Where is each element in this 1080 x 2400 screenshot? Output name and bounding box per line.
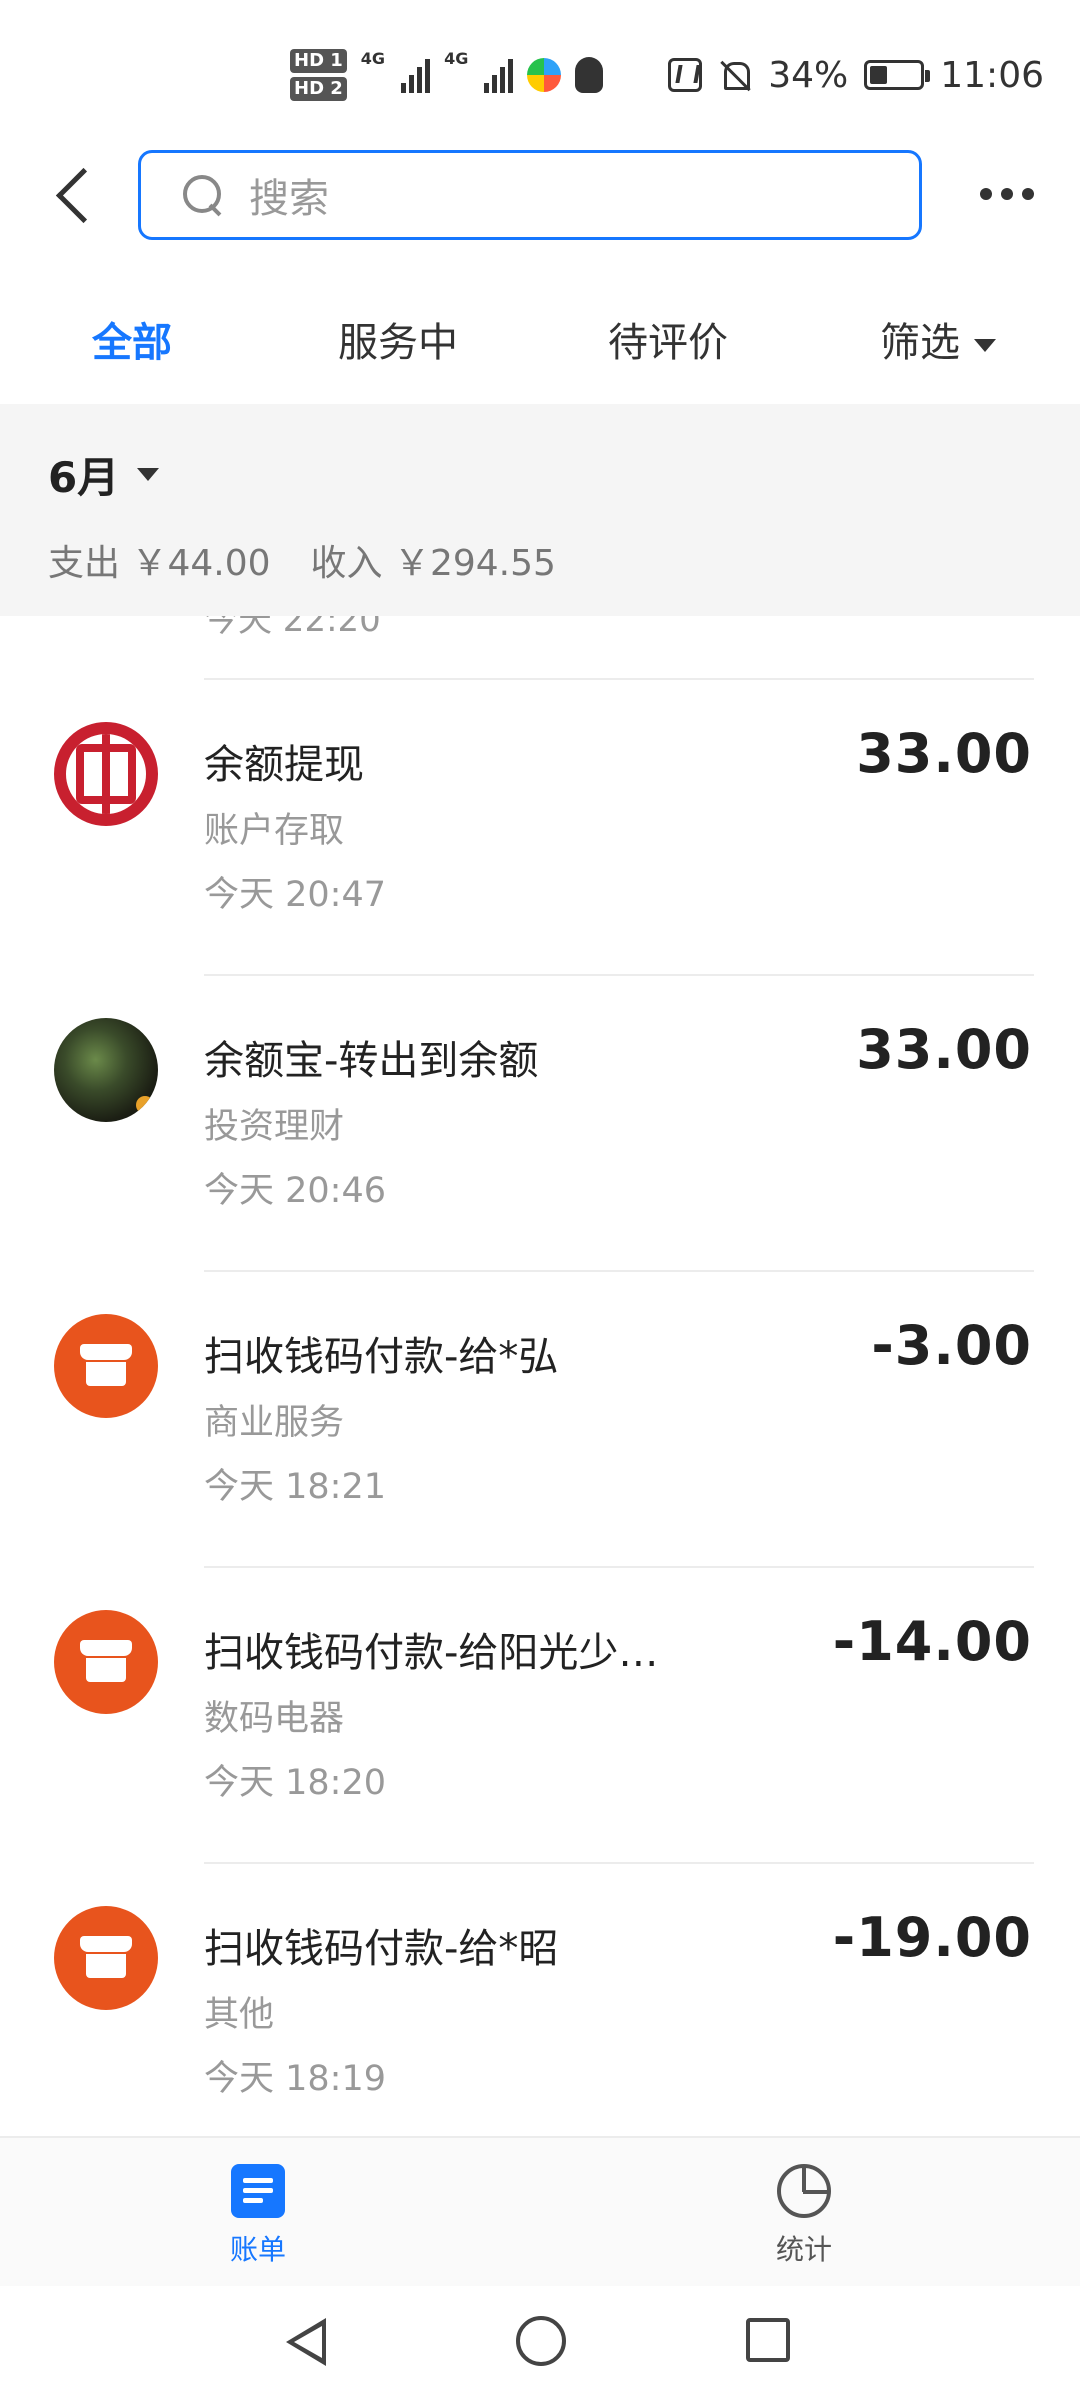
network-label-1: 4G [360,49,386,68]
caret-down-icon [137,468,160,481]
more-options-icon[interactable] [980,188,1034,200]
tab-filter-label: 筛选 [880,320,960,366]
signal-icon [484,57,514,93]
nav-recents-icon[interactable] [746,2318,790,2362]
transaction-amount: -14.00 [832,1610,1032,1673]
transaction-title: 扫收钱码付款-给*弘 [204,1334,559,1380]
tab-bill[interactable]: 账单 [230,2164,286,2268]
transaction-time: 今天 18:20 [204,1763,386,1803]
system-nav-bar [0,2286,1080,2400]
transaction-amount: -3.00 [871,1314,1032,1377]
qq-icon [575,57,604,93]
search-input[interactable]: 搜索 [138,150,922,240]
transaction-title: 余额宝-转出到余额 [204,1038,539,1084]
transaction-category: 账户存取 [204,811,345,851]
month-totals: 支出 ￥44.00 收入 ￥294.55 [48,534,556,586]
network-label-2: 4G [444,49,469,68]
transaction-title: 余额提现 [204,742,364,788]
month-label: 6月 [48,453,120,502]
transaction-time: 今天 18:21 [204,1467,386,1507]
app-notification-icon [527,58,562,92]
battery-icon [864,60,931,90]
store-icon [54,1906,158,2010]
tab-filter[interactable]: 筛选 [880,310,996,368]
clock: 11:06 [940,54,1044,96]
search-icon [181,173,225,217]
tab-statistics-label: 统计 [776,2233,833,2266]
hd-icon: HD 1 HD 2 [290,49,347,101]
bank-icon [54,722,158,826]
transaction-amount: -19.00 [832,1906,1032,1969]
transaction-time: 今天 20:46 [204,1171,386,1211]
filter-tabs: 全部 服务中 待评价 筛选 [0,290,1080,390]
back-arrow-icon[interactable] [52,172,98,218]
income-total: 收入 ￥294.55 [310,543,556,584]
transaction-list[interactable]: 今天 22:20 余额提现 账户存取 今天 20:47 33.00 余额宝-转出… [0,616,1080,2136]
bottom-tab-bar: 账单 统计 [0,2136,1080,2286]
tab-in-service[interactable]: 服务中 [338,310,458,368]
nfc-icon [668,58,703,92]
battery-percent: 34% [768,54,849,96]
transaction-category: 数码电器 [204,1699,345,1739]
bill-icon [231,2164,285,2218]
status-bar: HD 1 HD 2 4G 4G 34% 11:06 [0,0,1080,150]
caret-down-icon [974,338,996,352]
transaction-title: 扫收钱码付款-给*昭 [204,1926,559,1972]
tab-all[interactable]: 全部 [92,310,172,368]
tab-statistics[interactable]: 统计 [776,2164,832,2268]
transaction-time: 今天 20:47 [204,875,386,915]
signal-icon [401,57,431,93]
mute-icon [718,58,752,92]
tab-bill-label: 账单 [230,2233,287,2266]
transaction-category: 商业服务 [204,1403,345,1443]
transaction-category: 其他 [204,1995,275,2035]
expense-total: 支出 ￥44.00 [48,543,271,584]
transaction-row[interactable]: 扫收钱码付款-给*昭 其他 今天 18:19 -19.00 [0,1864,1080,2136]
store-icon [54,1314,158,1418]
partial-row-time: 今天 22:20 [204,616,381,640]
transaction-row[interactable]: 余额宝-转出到余额 投资理财 今天 20:46 33.00 [0,976,1080,1272]
top-nav: 搜索 [0,150,1080,240]
tab-pending-review[interactable]: 待评价 [608,310,728,368]
transaction-row[interactable]: 扫收钱码付款-给阳光少… 数码电器 今天 18:20 -14.00 [0,1568,1080,1864]
transaction-amount: 33.00 [856,722,1032,785]
transaction-title: 扫收钱码付款-给阳光少… [204,1630,659,1676]
transaction-time: 今天 18:19 [204,2059,386,2099]
search-placeholder: 搜索 [249,176,329,222]
pie-chart-icon [777,2164,831,2218]
store-icon [54,1610,158,1714]
nav-home-icon[interactable] [516,2316,566,2366]
month-summary: 6月 支出 ￥44.00 收入 ￥294.55 [0,404,1080,616]
transaction-category: 投资理财 [204,1107,345,1147]
nav-back-icon[interactable] [286,2318,326,2366]
transaction-row[interactable]: 扫收钱码付款-给*弘 商业服务 今天 18:21 -3.00 [0,1272,1080,1568]
transaction-amount: 33.00 [856,1018,1032,1081]
transaction-row[interactable]: 余额提现 账户存取 今天 20:47 33.00 [0,680,1080,976]
photo-avatar [54,1018,158,1122]
month-selector[interactable]: 6月 [48,444,160,505]
